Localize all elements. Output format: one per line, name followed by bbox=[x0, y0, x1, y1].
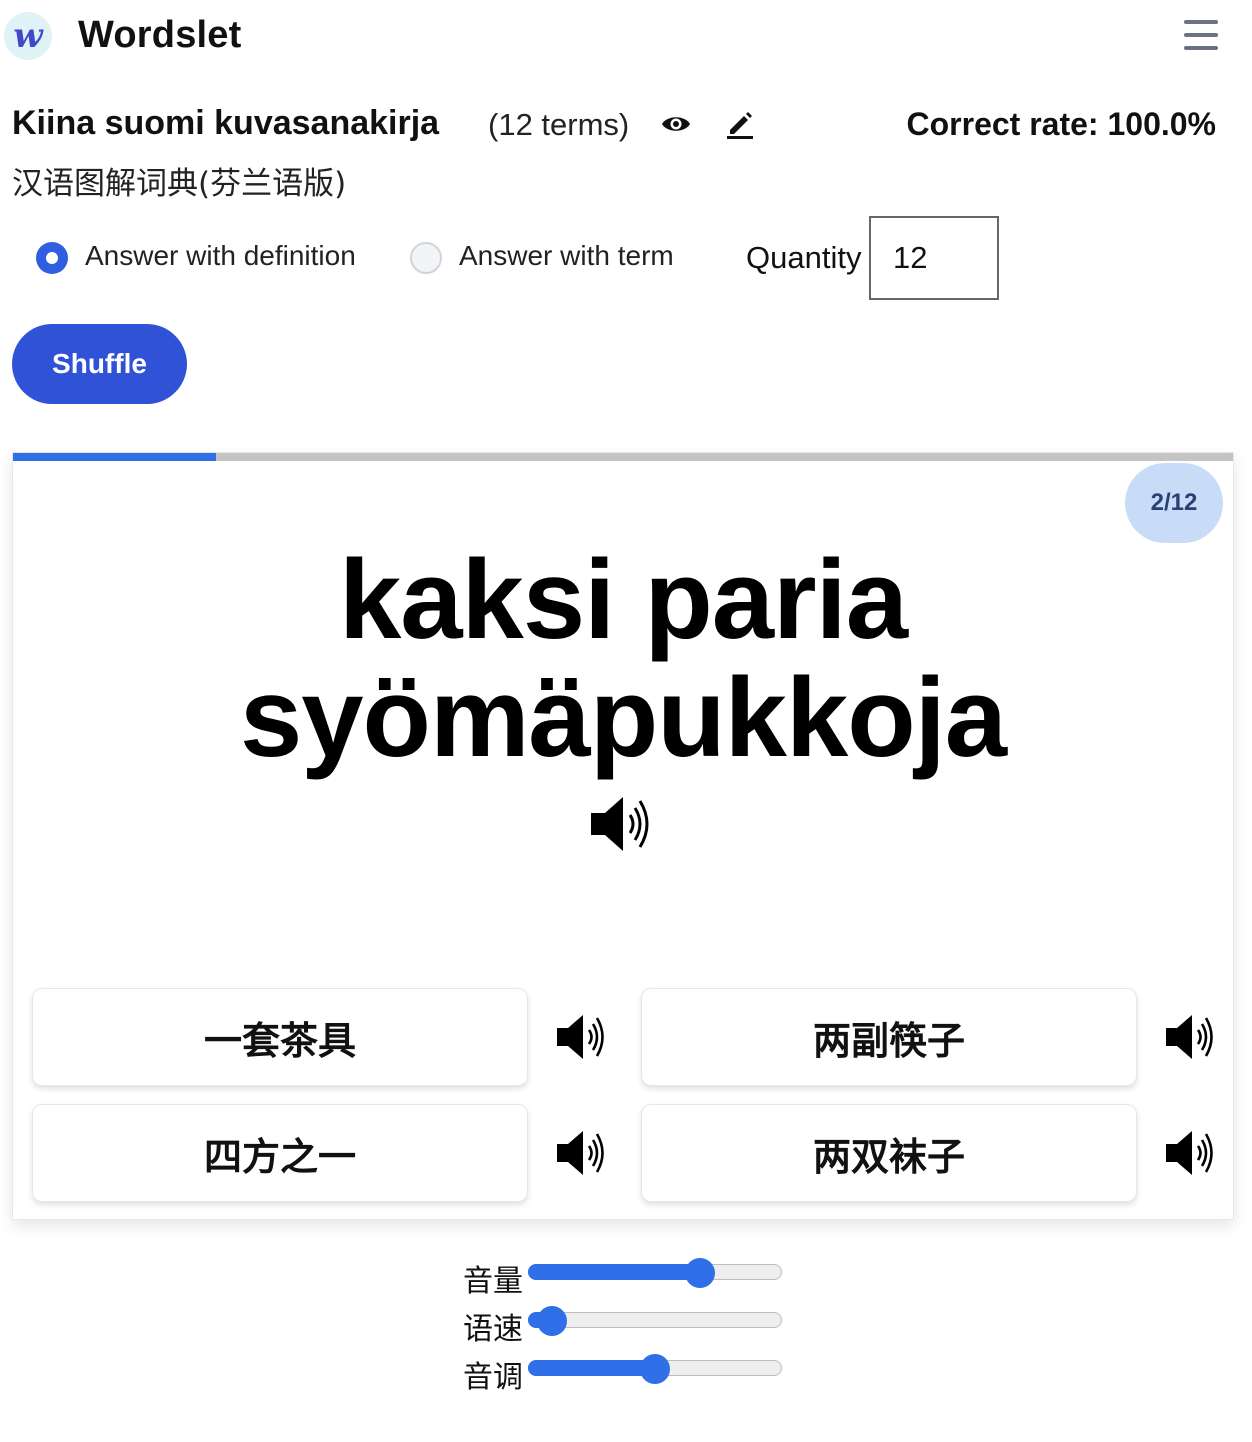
prompt-speaker-icon[interactable] bbox=[589, 793, 659, 855]
deck-subtitle: 汉语图解词典(芬兰语版) bbox=[12, 166, 347, 202]
pitch-label: 音调 bbox=[463, 1360, 523, 1395]
logo-w-icon: w bbox=[13, 16, 44, 56]
app-header: w Wordslet bbox=[0, 0, 1252, 76]
shuffle-button[interactable]: Shuffle bbox=[12, 324, 187, 404]
choice-button-4[interactable]: 两双袜子 bbox=[641, 1104, 1137, 1202]
quiz-card: 2/12 kaksi paria syömäpukkoja 一套茶具 两副筷子 … bbox=[12, 452, 1234, 1220]
app-logo[interactable]: w bbox=[4, 12, 52, 60]
rate-slider[interactable] bbox=[528, 1306, 782, 1336]
volume-slider[interactable] bbox=[528, 1258, 782, 1288]
volume-label: 音量 bbox=[463, 1264, 523, 1299]
answer-with-definition-radio[interactable] bbox=[36, 242, 68, 274]
volume-slider-fill bbox=[528, 1264, 700, 1280]
deck-title: Kiina suomi kuvasanakirja bbox=[12, 104, 440, 142]
quiz-prompt: kaksi paria syömäpukkoja bbox=[13, 541, 1233, 777]
pitch-slider-thumb[interactable] bbox=[640, 1354, 670, 1384]
pitch-slider[interactable] bbox=[528, 1354, 782, 1384]
prompt-line-1: kaksi paria bbox=[338, 537, 908, 662]
quantity-label: Quantity bbox=[746, 240, 862, 275]
answer-with-definition-label[interactable]: Answer with definition bbox=[85, 240, 356, 272]
choice-1-speaker-icon[interactable] bbox=[556, 1012, 612, 1062]
answer-with-term-radio[interactable] bbox=[410, 242, 442, 274]
pitch-slider-fill bbox=[528, 1360, 654, 1376]
choice-button-1[interactable]: 一套茶具 bbox=[32, 988, 528, 1086]
hamburger-menu-icon[interactable] bbox=[1180, 18, 1224, 56]
svg-text:w: w bbox=[13, 16, 44, 56]
rate-label: 语速 bbox=[463, 1312, 523, 1347]
prompt-line-2: syömäpukkoja bbox=[239, 655, 1007, 780]
quantity-input[interactable] bbox=[869, 216, 999, 300]
choice-2-speaker-icon[interactable] bbox=[1165, 1012, 1221, 1062]
answer-with-term-label[interactable]: Answer with term bbox=[459, 240, 674, 272]
app-brand[interactable]: Wordslet bbox=[78, 14, 241, 57]
rate-slider-thumb[interactable] bbox=[536, 1306, 567, 1336]
choice-4-speaker-icon[interactable] bbox=[1165, 1128, 1221, 1178]
volume-slider-thumb[interactable] bbox=[685, 1258, 716, 1288]
choice-button-2[interactable]: 两副筷子 bbox=[641, 988, 1137, 1086]
eye-icon[interactable] bbox=[660, 110, 692, 138]
correct-rate: Correct rate: 100.0% bbox=[906, 106, 1216, 142]
progress-bar bbox=[13, 453, 1233, 461]
choice-button-3[interactable]: 四方之一 bbox=[32, 1104, 528, 1202]
term-count: (12 terms) bbox=[488, 107, 630, 142]
progress-bar-fill bbox=[13, 453, 217, 461]
choice-3-speaker-icon[interactable] bbox=[556, 1128, 612, 1178]
question-counter-badge: 2/12 bbox=[1125, 463, 1223, 543]
pencil-icon[interactable] bbox=[724, 108, 756, 140]
